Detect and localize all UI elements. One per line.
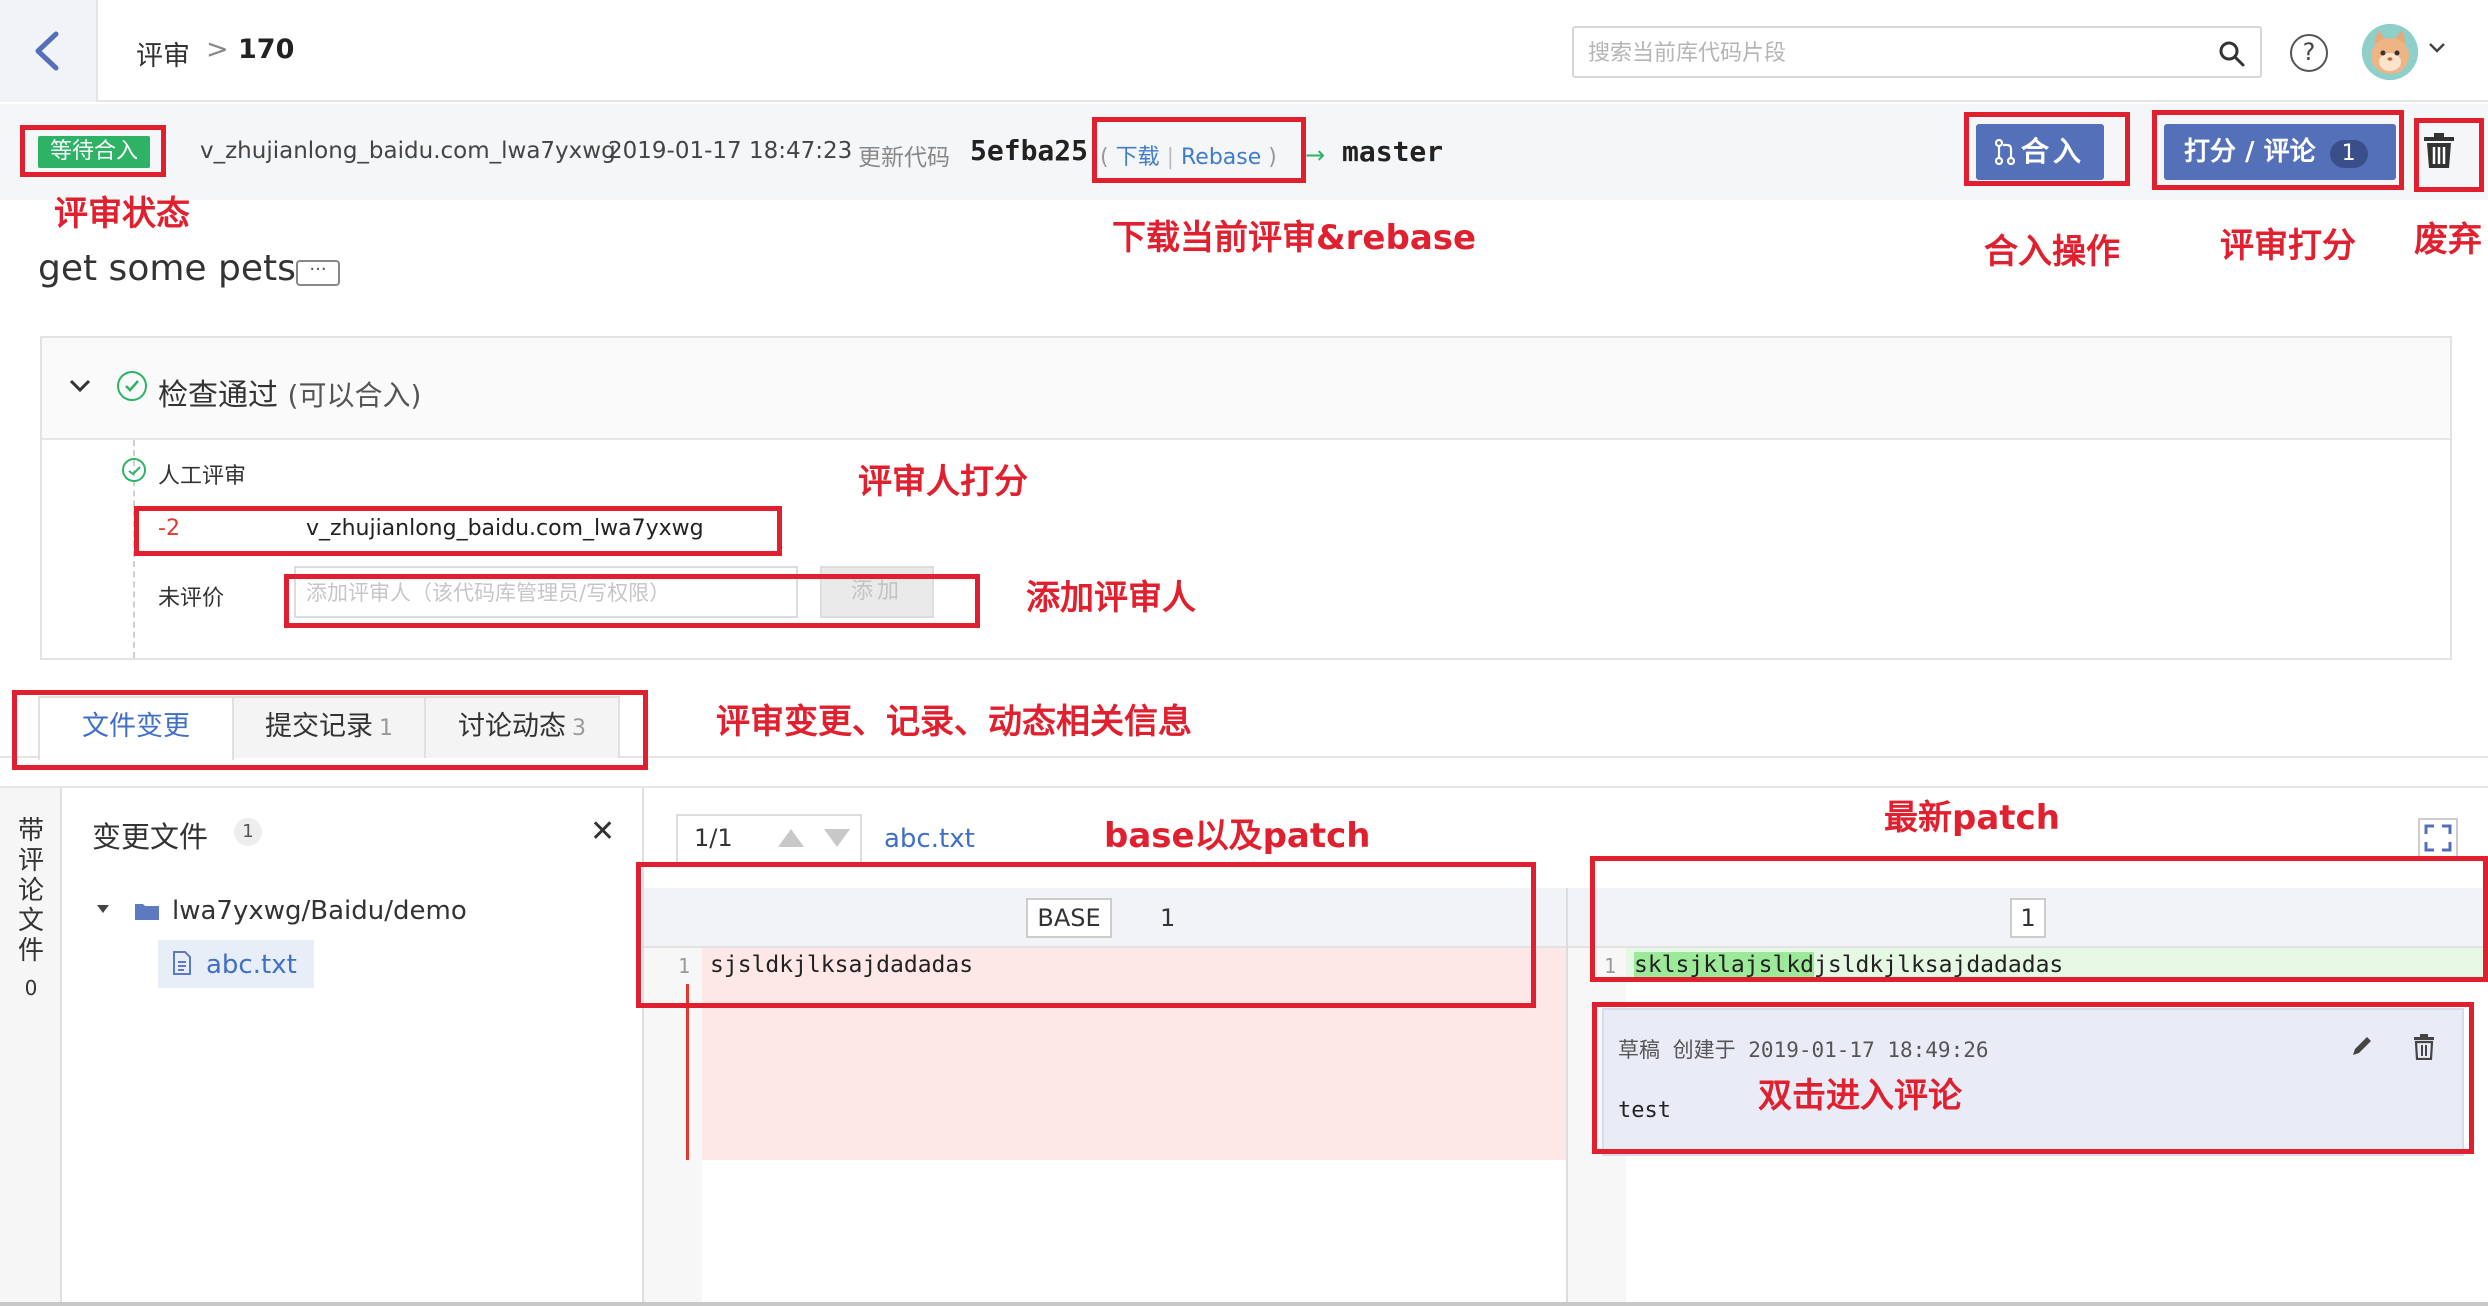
check-circle-icon — [122, 458, 146, 482]
chevron-down-icon[interactable] — [2428, 42, 2446, 54]
pager-text: 1/1 — [694, 824, 733, 852]
review-time: 2019-01-17 18:47:23 — [608, 138, 853, 164]
file-name[interactable]: abc.txt — [206, 950, 297, 980]
commit-hash: 5efba25 — [970, 134, 1089, 167]
caret-down-icon[interactable] — [96, 904, 110, 914]
changed-files-title: 变更文件 — [92, 820, 209, 854]
annotation-reviewer-score: 评审人打分 — [858, 462, 1028, 502]
breadcrumb-current: 170 — [238, 34, 295, 65]
annotation-tabs: 评审变更、记录、动态相关信息 — [716, 702, 1192, 742]
triangle-up-icon[interactable] — [776, 826, 806, 850]
close-icon[interactable]: ✕ — [590, 814, 615, 849]
code-search-box[interactable] — [1572, 26, 2262, 78]
more-button[interactable]: ··· — [296, 260, 340, 286]
annotation-discard: 废弃 — [2414, 220, 2482, 260]
diff-file-name[interactable]: abc.txt — [884, 824, 975, 854]
annotation-box-discard — [2414, 118, 2484, 192]
annotation-box-score — [2152, 110, 2404, 190]
annotation-merge: 合入操作 — [1984, 232, 2120, 272]
target-branch: master — [1342, 135, 1444, 168]
folder-icon — [135, 904, 159, 920]
back-button[interactable] — [0, 0, 98, 102]
annotation-box-tabs — [12, 690, 648, 770]
annotation-box-add-reviewer — [284, 574, 980, 628]
annotation-base-patch: base以及patch — [1104, 816, 1371, 856]
breadcrumb-root[interactable]: 评审 — [136, 34, 190, 73]
folder-name[interactable]: lwa7yxwg/Baidu/demo — [172, 896, 467, 926]
file-icon — [173, 951, 191, 975]
annotation-box-status — [20, 125, 166, 177]
annotation-box-merge — [1964, 112, 2130, 186]
check-status-label: 检查通过 — [158, 378, 278, 413]
file-tree-panel — [62, 788, 644, 1306]
check-status-sub: (可以合入) — [287, 379, 422, 412]
search-icon[interactable] — [2218, 40, 2246, 68]
check-status: 检查通过 (可以合入) — [158, 370, 421, 414]
commented-files-count: 0 — [24, 976, 38, 1000]
annotation-dblclick: 双击进入评论 — [1758, 1076, 1962, 1116]
arrow-right-icon: → — [1305, 141, 1326, 169]
annotation-status: 评审状态 — [54, 194, 190, 234]
review-title: get some pets — [38, 248, 296, 289]
manual-review-label: 人工评审 — [158, 464, 247, 489]
annotation-add-reviewer: 添加评审人 — [1026, 578, 1196, 618]
avatar-cat-image — [2362, 24, 2418, 80]
fullscreen-icon[interactable] — [2418, 818, 2458, 858]
annotation-download: 下载当前评审&rebase — [1112, 218, 1477, 258]
chevron-left-icon — [35, 31, 59, 71]
commented-files-label: 带评论文件 — [17, 816, 44, 966]
annotation-latest-patch: 最新patch — [1884, 798, 2060, 838]
check-circle-icon — [117, 371, 147, 401]
help-icon[interactable]: ? — [2290, 34, 2328, 72]
annotation-box-latest — [1590, 856, 2488, 982]
bottom-edge — [0, 1302, 2488, 1306]
annotation-box-download — [1092, 117, 1306, 183]
avatar[interactable] — [2362, 24, 2418, 80]
annotation-box-base — [636, 862, 1536, 1008]
annotation-box-reviewer-score — [134, 506, 782, 556]
review-author: v_zhujianlong_baidu.com_lwa7yxwg — [200, 138, 616, 164]
chevron-down-icon[interactable] — [68, 378, 92, 394]
annotation-score: 评审打分 — [2220, 226, 2356, 266]
deletion-marker — [686, 984, 689, 1160]
update-code-label: 更新代码 — [858, 145, 950, 171]
changed-files-count: 1 — [234, 818, 262, 846]
unrated-label: 未评价 — [158, 586, 225, 611]
breadcrumb-separator: > — [206, 34, 229, 65]
triangle-down-icon[interactable] — [822, 826, 852, 850]
search-input[interactable] — [1588, 38, 2188, 68]
annotation-box-comment — [1592, 1002, 2474, 1154]
